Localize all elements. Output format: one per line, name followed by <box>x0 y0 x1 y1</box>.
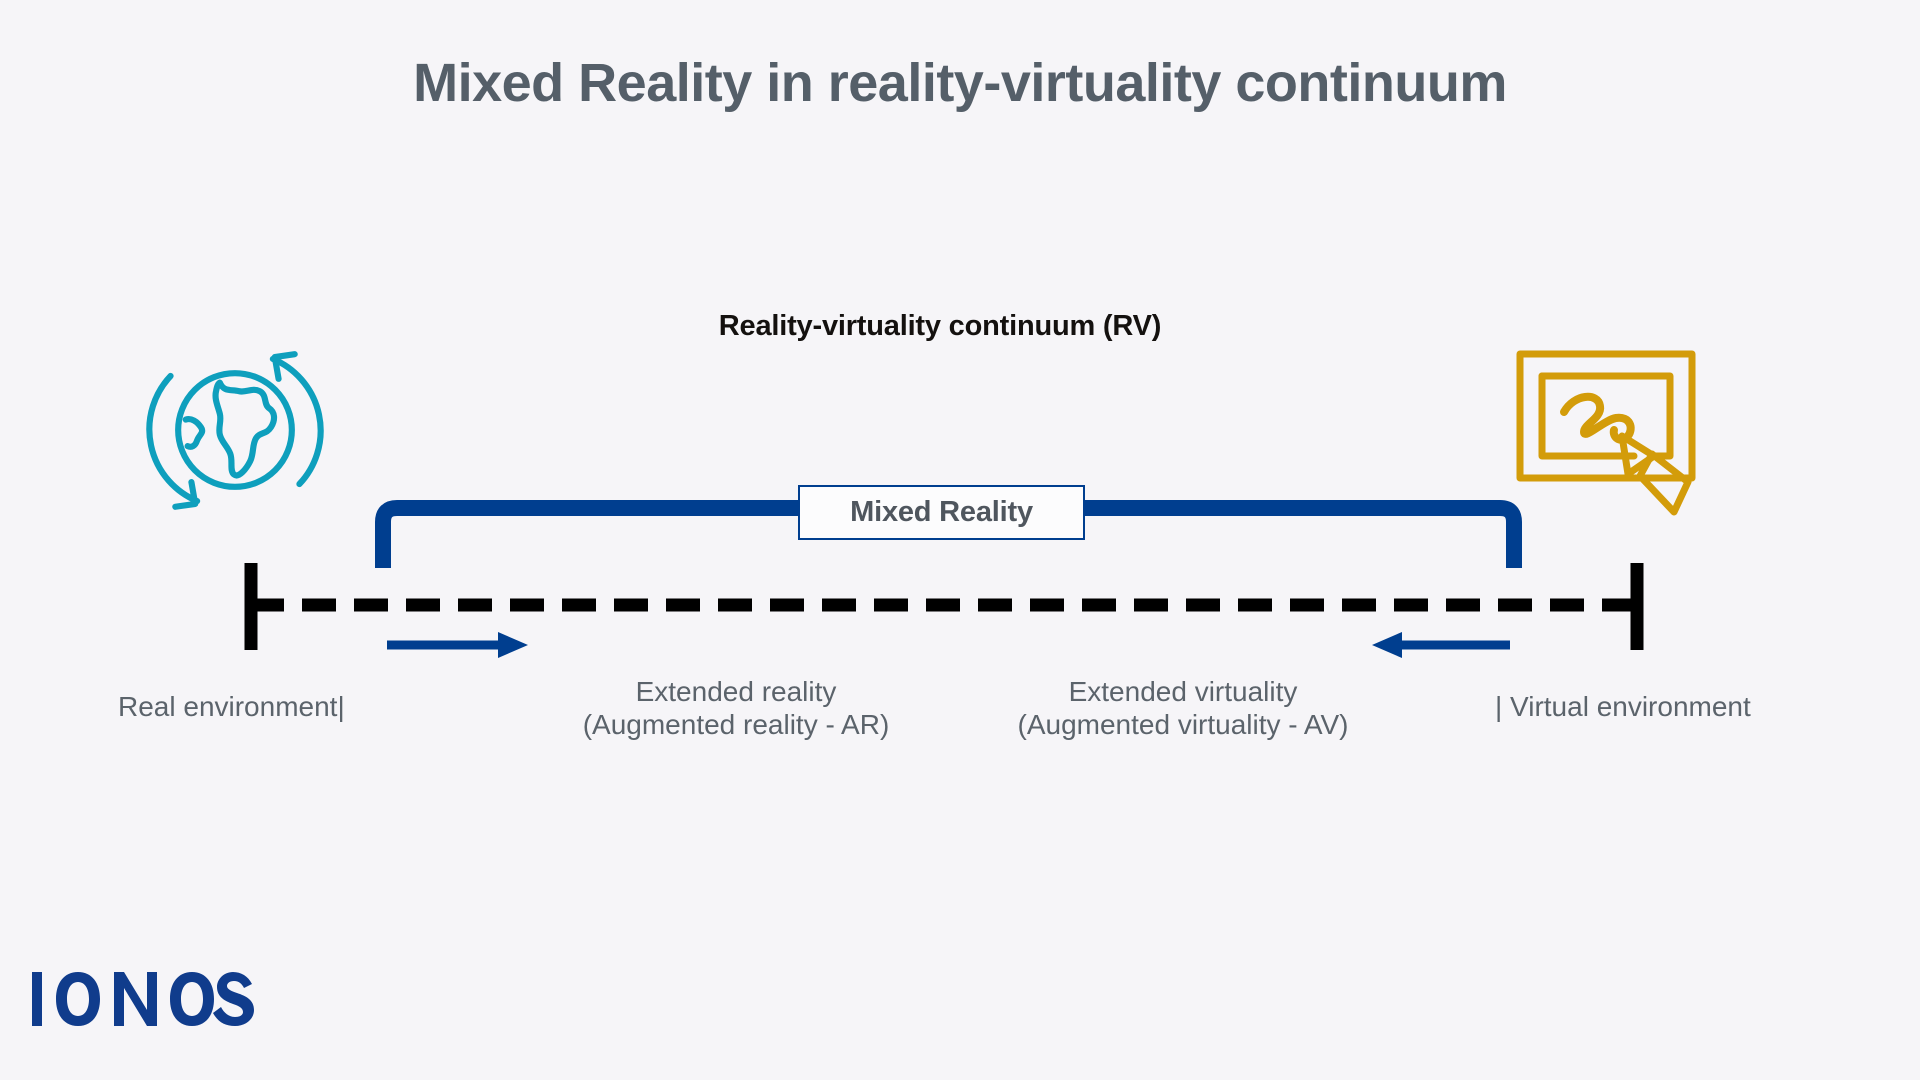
extended-virtuality-line1: Extended virtuality <box>1068 676 1298 707</box>
extended-virtuality-line2: (Augmented virtuality - AV) <box>1017 709 1349 741</box>
extended-reality-line2: (Augmented reality - AR) <box>582 709 890 741</box>
drawing-tablet-stylus-icon <box>1512 340 1727 540</box>
ionos-logo <box>30 970 255 1028</box>
label-extended-reality: Extended reality (Augmented reality - AR… <box>553 675 919 741</box>
extended-reality-line1: Extended reality <box>635 676 837 707</box>
page-title: Mixed Reality in reality-virtuality cont… <box>413 53 1507 113</box>
mixed-reality-badge: Mixed Reality <box>798 485 1085 540</box>
label-extended-virtuality: Extended virtuality (Augmented virtualit… <box>983 675 1383 741</box>
label-virtual-environment: | Virtual environment <box>1495 691 1751 722</box>
diagram-canvas: Mixed Reality in reality-virtuality cont… <box>0 0 1920 1080</box>
continuum-subtitle: Reality-virtuality continuum (RV) <box>718 310 1162 342</box>
arrow-left <box>1372 632 1510 658</box>
arrow-right <box>387 632 528 658</box>
label-real-environment: Real environment| <box>118 691 345 722</box>
globe-refresh-icon <box>140 340 330 520</box>
mixed-reality-label: Mixed Reality <box>850 496 1033 528</box>
